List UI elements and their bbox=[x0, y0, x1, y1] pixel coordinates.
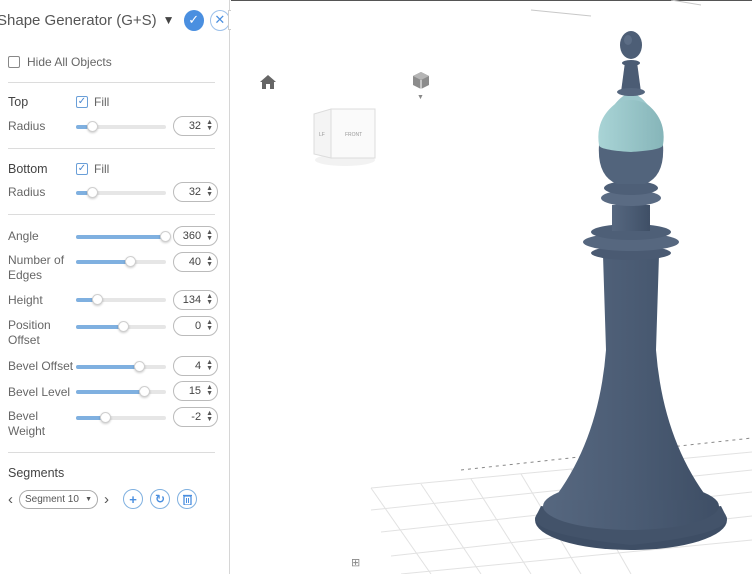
spinner-arrows-icon[interactable]: ▲ ▼ bbox=[206, 359, 213, 372]
slider-handle[interactable] bbox=[100, 412, 111, 423]
close-button[interactable]: ✕ bbox=[209, 9, 229, 31]
slider-handle[interactable] bbox=[139, 386, 150, 397]
param-row: Height bbox=[8, 290, 43, 310]
divider bbox=[8, 214, 215, 215]
top-heading: Top bbox=[8, 95, 29, 109]
param-label: Number of Edges bbox=[8, 253, 65, 282]
slider-handle[interactable] bbox=[92, 294, 103, 305]
height-slider[interactable] bbox=[76, 294, 166, 305]
check-icon: ✓ bbox=[188, 12, 200, 27]
bottom-radius-label: Radius bbox=[8, 184, 46, 199]
panel-title: Shape Generator (G+S) bbox=[0, 11, 157, 29]
param-label: Height bbox=[8, 292, 43, 307]
add-segment-button[interactable]: + bbox=[123, 489, 143, 509]
trash-icon bbox=[182, 494, 192, 505]
edges-input[interactable]: 40 ▲ ▼ bbox=[173, 252, 218, 272]
plus-icon: + bbox=[129, 491, 137, 507]
param-label: Bevel Weight bbox=[8, 409, 46, 438]
bottom-fill-checkbox[interactable]: ✓ bbox=[76, 163, 88, 175]
bottom-radius-input[interactable]: 32 ▲ ▼ bbox=[173, 182, 218, 202]
segments-heading-row: Segments bbox=[8, 463, 64, 483]
top-radius-label: Radius bbox=[8, 118, 46, 133]
shape-generator-panel: Shape Generator (G+S) ▼ ✓ ✕ Hide All Obj… bbox=[0, 0, 230, 574]
bishop-model[interactable] bbox=[231, 0, 752, 574]
refresh-segment-button[interactable]: ↻ bbox=[150, 489, 170, 509]
top-radius-input[interactable]: 32 ▲ ▼ bbox=[173, 116, 218, 136]
bottom-row: Bottom ✓ Fill bbox=[8, 159, 109, 179]
top-fill-checkbox[interactable]: ✓ bbox=[76, 96, 88, 108]
param-label: Position Offset bbox=[8, 318, 51, 347]
prev-segment-icon[interactable]: ‹ bbox=[8, 491, 13, 508]
3d-viewport[interactable]: ▼ LF FRONT ⊞ bbox=[231, 0, 752, 574]
position-offset-slider[interactable] bbox=[76, 321, 166, 332]
close-icon: ✕ bbox=[214, 12, 226, 27]
slider-handle[interactable] bbox=[87, 187, 98, 198]
bevel-weight-slider[interactable] bbox=[76, 412, 166, 423]
slider-handle[interactable] bbox=[118, 321, 129, 332]
divider bbox=[8, 82, 215, 83]
param-label: Bevel Level bbox=[8, 384, 71, 399]
param-row: Bevel Offset bbox=[8, 356, 73, 376]
divider bbox=[8, 452, 215, 453]
param-row: Angle bbox=[8, 226, 39, 246]
bevel-level-slider[interactable] bbox=[76, 386, 166, 397]
bevel-weight-input[interactable]: -2 ▲ ▼ bbox=[173, 407, 218, 427]
segments-heading: Segments bbox=[8, 466, 65, 480]
param-row: Number of Edges bbox=[8, 252, 74, 284]
spinner-arrows-icon[interactable]: ▲ ▼ bbox=[206, 319, 213, 332]
top-radius-row: Radius bbox=[8, 116, 45, 136]
delete-segment-button[interactable] bbox=[177, 489, 197, 509]
confirm-button[interactable]: ✓ bbox=[183, 9, 204, 31]
bottom-radius-slider[interactable] bbox=[76, 187, 166, 198]
position-offset-input[interactable]: 0 ▲ ▼ bbox=[173, 316, 218, 336]
param-label: Angle bbox=[8, 228, 39, 243]
angle-slider[interactable] bbox=[76, 231, 171, 242]
chevron-down-icon: ▼ bbox=[85, 495, 92, 503]
slider-handle[interactable] bbox=[160, 231, 171, 242]
hide-all-label: Hide All Objects bbox=[27, 54, 112, 69]
segments-controls: ‹ Segment 10 ▼ › + ↻ bbox=[8, 488, 197, 510]
edges-slider[interactable] bbox=[76, 256, 166, 267]
spinner-arrows-icon[interactable]: ▲ ▼ bbox=[206, 293, 213, 306]
spinner-arrows-icon[interactable]: ▲ ▼ bbox=[206, 119, 213, 132]
top-fill-label: Fill bbox=[94, 94, 110, 109]
bevel-offset-slider[interactable] bbox=[76, 361, 166, 372]
bevel-offset-input[interactable]: 4 ▲ ▼ bbox=[173, 356, 218, 376]
hide-all-checkbox[interactable] bbox=[8, 56, 20, 68]
spinner-arrows-icon[interactable]: ▲ ▼ bbox=[206, 185, 213, 198]
title-dropdown-caret[interactable]: ▼ bbox=[163, 13, 175, 27]
param-row: Bevel Weight bbox=[8, 408, 58, 440]
slider-handle[interactable] bbox=[125, 256, 136, 267]
slider-handle[interactable] bbox=[134, 361, 145, 372]
spinner-arrows-icon[interactable]: ▲ ▼ bbox=[206, 384, 213, 397]
param-label: Bevel Offset bbox=[8, 358, 74, 373]
refresh-icon: ↻ bbox=[154, 492, 166, 506]
param-row: Bevel Level bbox=[8, 382, 70, 402]
spinner-arrows-icon[interactable]: ▲ ▼ bbox=[206, 229, 213, 242]
next-segment-icon[interactable]: › bbox=[104, 491, 109, 508]
bottom-heading: Bottom bbox=[8, 162, 48, 176]
angle-input[interactable]: 360 ▲ ▼ bbox=[173, 226, 218, 246]
panel-header: Shape Generator (G+S) ▼ ✓ ✕ bbox=[0, 6, 229, 34]
top-row: Top ✓ Fill bbox=[8, 92, 109, 112]
bottom-radius-row: Radius bbox=[8, 182, 45, 202]
divider bbox=[8, 148, 215, 149]
bevel-level-input[interactable]: 15 ▲ ▼ bbox=[173, 381, 218, 401]
hide-all-row: Hide All Objects bbox=[8, 52, 112, 72]
spinner-arrows-icon[interactable]: ▲ ▼ bbox=[206, 255, 213, 268]
top-radius-slider[interactable] bbox=[76, 121, 166, 132]
segment-select[interactable]: Segment 10 ▼ bbox=[19, 489, 98, 509]
slider-handle[interactable] bbox=[87, 121, 98, 132]
grid-settings-icon[interactable]: ⊞ bbox=[351, 556, 360, 569]
height-input[interactable]: 134 ▲ ▼ bbox=[173, 290, 218, 310]
bottom-fill-label: Fill bbox=[94, 161, 110, 176]
param-row: Position Offset bbox=[8, 317, 68, 349]
spinner-arrows-icon[interactable]: ▲ ▼ bbox=[206, 410, 213, 423]
